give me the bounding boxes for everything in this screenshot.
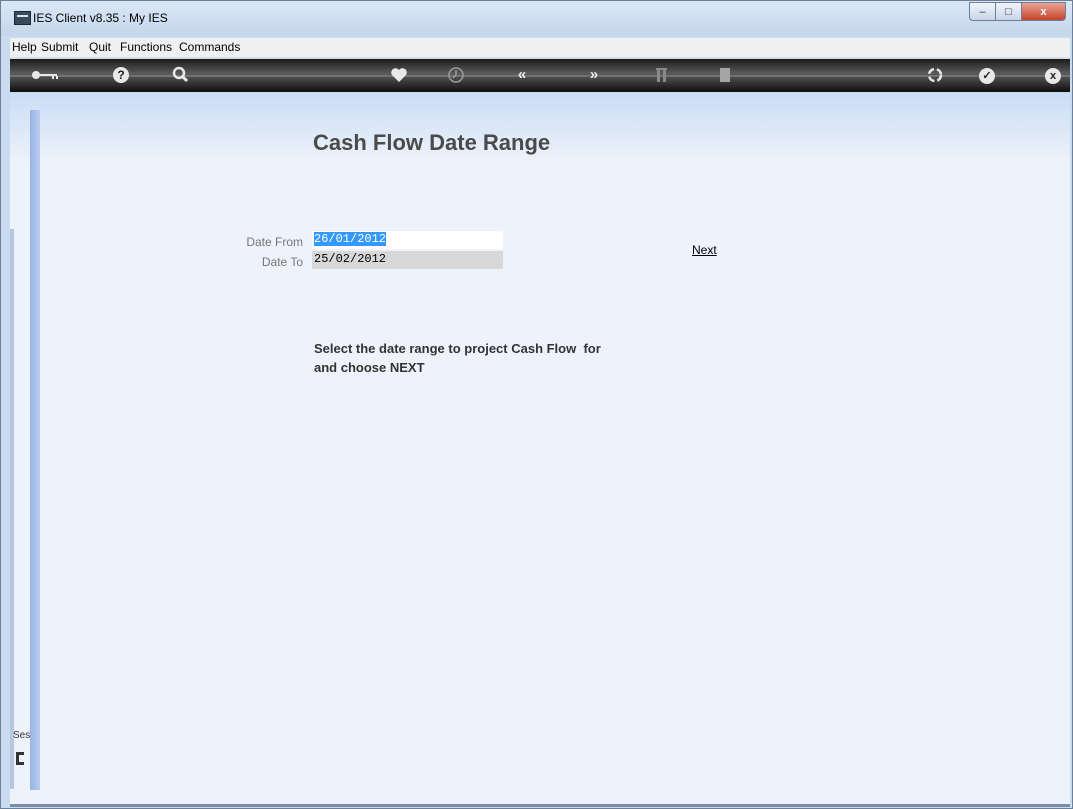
menu-functions[interactable]: Functions	[120, 40, 172, 54]
help-icon[interactable]: ?	[110, 65, 132, 85]
next-link[interactable]: Next	[692, 243, 717, 257]
menu-quit[interactable]: Quit	[89, 40, 111, 54]
maximize-button[interactable]: □	[996, 2, 1022, 21]
key-icon[interactable]	[30, 65, 60, 85]
app-window: IES Client v8.35 : My IES – □ x Help Sub…	[0, 0, 1073, 809]
date-from-field[interactable]: 26/01/2012	[312, 231, 503, 249]
title-bar[interactable]: IES Client v8.35 : My IES – □ x	[1, 1, 1072, 36]
recycle-icon[interactable]	[924, 65, 946, 85]
app-icon[interactable]	[14, 11, 31, 25]
instructions-line-2: and choose NEXT	[314, 360, 425, 375]
rewind-icon[interactable]: «	[511, 65, 533, 85]
menu-submit[interactable]: Submit	[41, 40, 78, 54]
left-panel-strip	[30, 110, 40, 790]
left-edge-bar	[10, 229, 14, 789]
minimize-icon: –	[979, 5, 986, 18]
menu-bar: Help Submit Quit Functions Commands	[10, 38, 1070, 58]
status-bar	[10, 804, 1070, 807]
checkmark-icon[interactable]: ✓	[976, 65, 998, 85]
session-icon[interactable]	[16, 752, 24, 765]
window-close-icon: x	[1040, 5, 1047, 18]
clock-icon[interactable]	[445, 65, 467, 85]
search-icon[interactable]	[170, 65, 192, 85]
document-icon[interactable]	[714, 65, 736, 85]
window-close-button[interactable]: x	[1022, 2, 1066, 21]
date-from-value: 26/01/2012	[314, 232, 387, 246]
instructions-line-1: Select the date range to project Cash Fl…	[314, 341, 601, 356]
session-label: Ses	[13, 730, 31, 741]
fast-forward-icon[interactable]: »	[583, 65, 605, 85]
heart-icon[interactable]	[388, 65, 410, 85]
menu-commands[interactable]: Commands	[179, 40, 240, 54]
menu-help[interactable]: Help	[12, 40, 37, 54]
instructions-text: Select the date range to project Cash Fl…	[314, 339, 674, 377]
maximize-icon: □	[1005, 5, 1012, 18]
tools-icon[interactable]	[651, 65, 673, 85]
window-controls: – □ x	[969, 2, 1066, 21]
date-from-label: Date From	[246, 235, 303, 249]
close-icon[interactable]: x	[1042, 65, 1064, 85]
toolbar: ? « » ✓ x	[10, 59, 1070, 92]
page-title: Cash Flow Date Range	[313, 130, 551, 155]
date-to-value: 25/02/2012	[314, 252, 387, 266]
minimize-button[interactable]: –	[969, 2, 996, 21]
date-to-label: Date To	[261, 255, 303, 269]
date-to-field[interactable]: 25/02/2012	[312, 251, 503, 269]
window-title: IES Client v8.35 : My IES	[33, 11, 168, 25]
main-content: Cash Flow Date Range Date From 26/01/201…	[10, 93, 1070, 804]
